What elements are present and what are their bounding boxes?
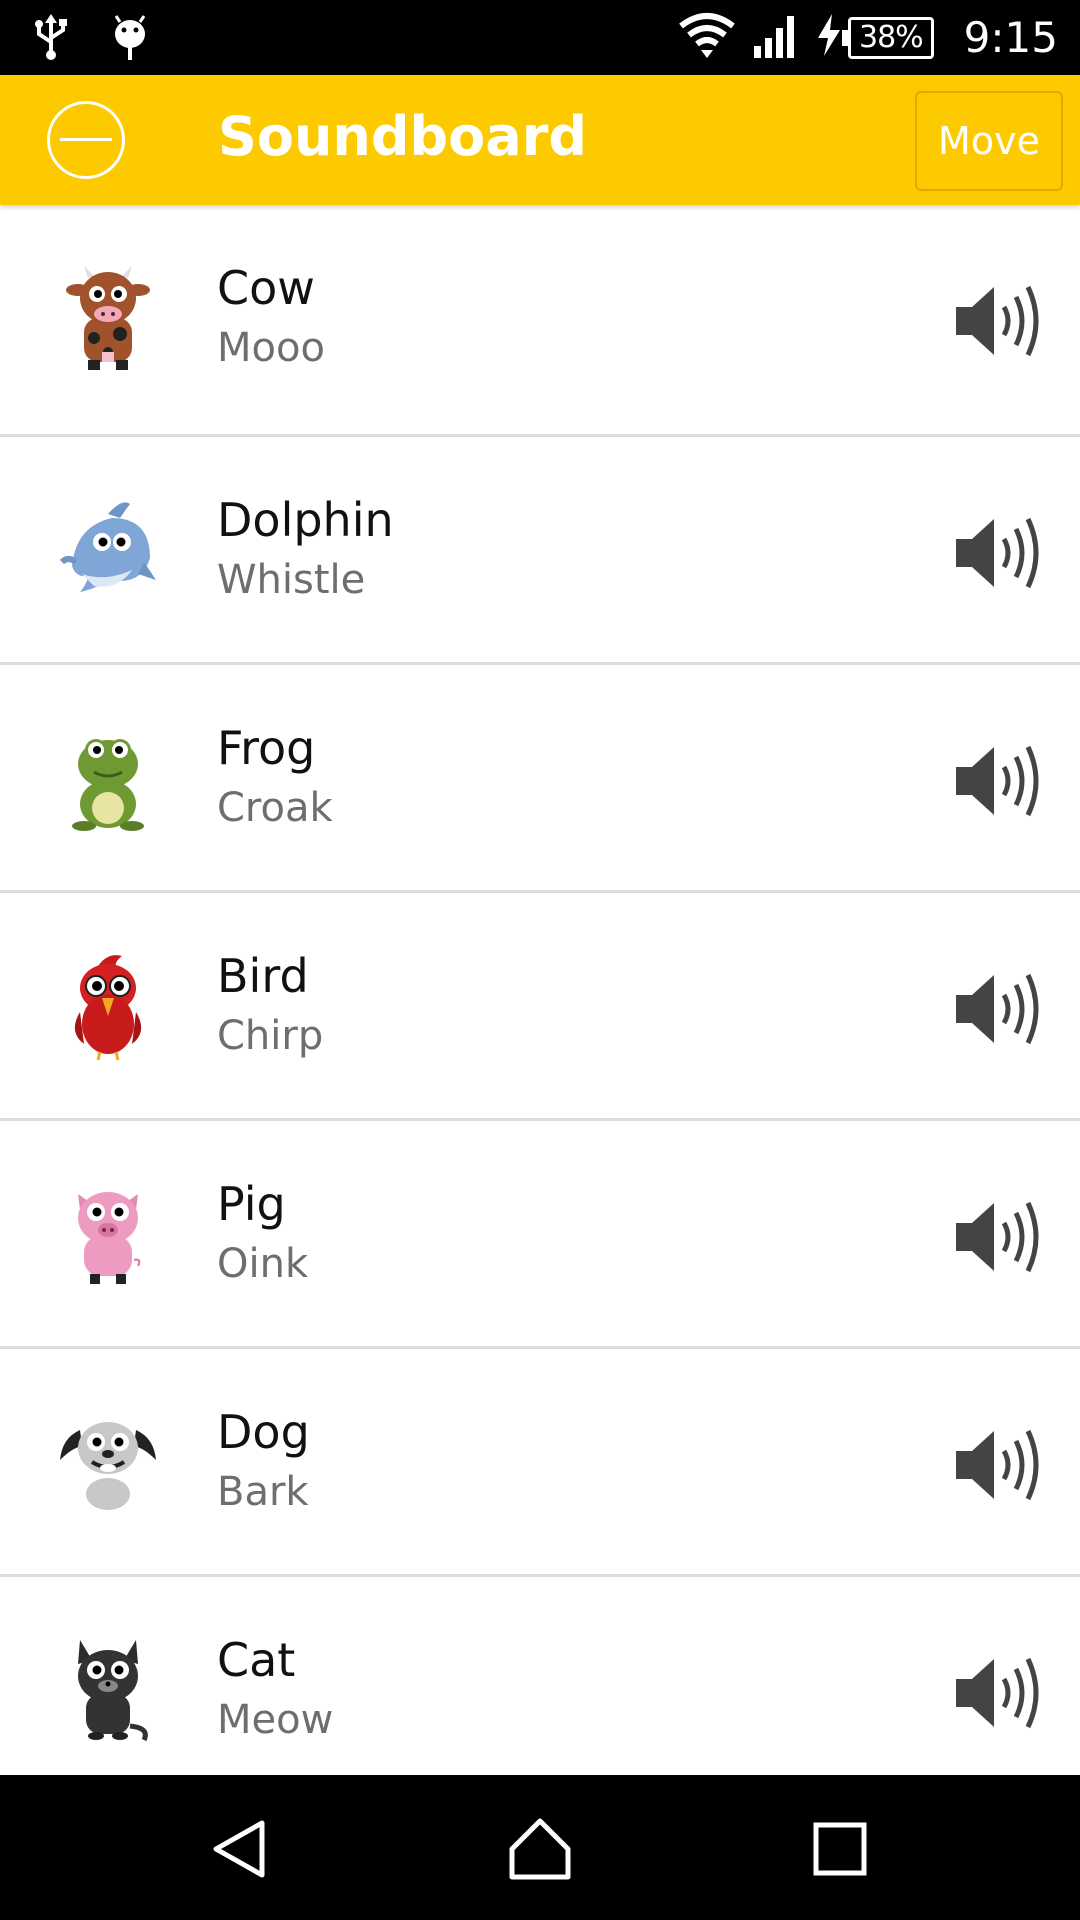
speaker-icon[interactable] bbox=[952, 1427, 1044, 1503]
sound-name: Cow bbox=[217, 261, 315, 315]
move-button[interactable]: Move bbox=[915, 91, 1063, 191]
sound-name: Dog bbox=[217, 1405, 310, 1459]
speaker-icon[interactable] bbox=[952, 1655, 1044, 1731]
wifi-icon bbox=[678, 12, 736, 63]
dog-icon bbox=[60, 1422, 156, 1510]
sound-description: Bark bbox=[217, 1469, 309, 1515]
recents-icon[interactable] bbox=[808, 1817, 872, 1881]
status-bar: 38% 9:15 bbox=[0, 0, 1080, 75]
dolphin-icon bbox=[59, 502, 156, 592]
cat-icon bbox=[78, 1640, 148, 1742]
cow-icon bbox=[66, 266, 150, 370]
sound-description: Mooo bbox=[217, 325, 325, 371]
navigation-bar bbox=[0, 1775, 1080, 1920]
sound-name: Bird bbox=[217, 949, 309, 1003]
remove-circle-button[interactable] bbox=[47, 101, 125, 179]
sound-name: Dolphin bbox=[217, 493, 394, 547]
speaker-icon[interactable] bbox=[952, 971, 1044, 1047]
speaker-icon[interactable] bbox=[952, 1199, 1044, 1275]
sound-description: Meow bbox=[217, 1697, 334, 1743]
battery-level: 38% bbox=[858, 20, 924, 55]
usb-icon bbox=[34, 14, 68, 65]
page-title: Soundboard bbox=[218, 105, 588, 168]
speaker-icon[interactable] bbox=[952, 515, 1044, 591]
sound-description: Whistle bbox=[217, 557, 366, 603]
battery-icon: 38% bbox=[842, 16, 934, 59]
sound-row-pig[interactable]: Pig Oink bbox=[0, 1121, 1080, 1349]
sound-name: Cat bbox=[217, 1633, 296, 1687]
sound-description: Croak bbox=[217, 785, 333, 831]
speaker-icon[interactable] bbox=[952, 283, 1044, 359]
sound-row-dolphin[interactable]: Dolphin Whistle bbox=[0, 437, 1080, 665]
android-debug-icon bbox=[112, 14, 148, 65]
charging-icon bbox=[816, 14, 842, 61]
sound-row-frog[interactable]: Frog Croak bbox=[0, 665, 1080, 893]
sound-row-cat[interactable]: Cat Meow bbox=[0, 1577, 1080, 1775]
pig-icon bbox=[78, 1192, 141, 1284]
signal-icon bbox=[752, 12, 800, 63]
sound-row-bird[interactable]: Bird Chirp bbox=[0, 893, 1080, 1121]
frog-icon bbox=[72, 739, 144, 831]
clock: 9:15 bbox=[963, 13, 1058, 62]
sound-row-dog[interactable]: Dog Bark bbox=[0, 1349, 1080, 1577]
back-icon[interactable] bbox=[208, 1817, 272, 1881]
speaker-icon[interactable] bbox=[952, 743, 1044, 819]
sound-description: Oink bbox=[217, 1241, 309, 1287]
soundboard-screen: 38% 9:15 Soundboard Move Cow Mooo Dolphi… bbox=[0, 0, 1080, 1920]
sound-name: Frog bbox=[217, 721, 316, 775]
sound-row-cow[interactable]: Cow Mooo bbox=[0, 205, 1080, 437]
bird-icon bbox=[74, 955, 142, 1061]
sound-list: Cow Mooo Dolphin Whistle Frog Croak Bird… bbox=[0, 205, 1080, 1775]
app-bar: Soundboard Move bbox=[0, 75, 1080, 205]
sound-description: Chirp bbox=[217, 1013, 324, 1059]
sound-name: Pig bbox=[217, 1177, 286, 1231]
home-icon[interactable] bbox=[508, 1817, 572, 1881]
